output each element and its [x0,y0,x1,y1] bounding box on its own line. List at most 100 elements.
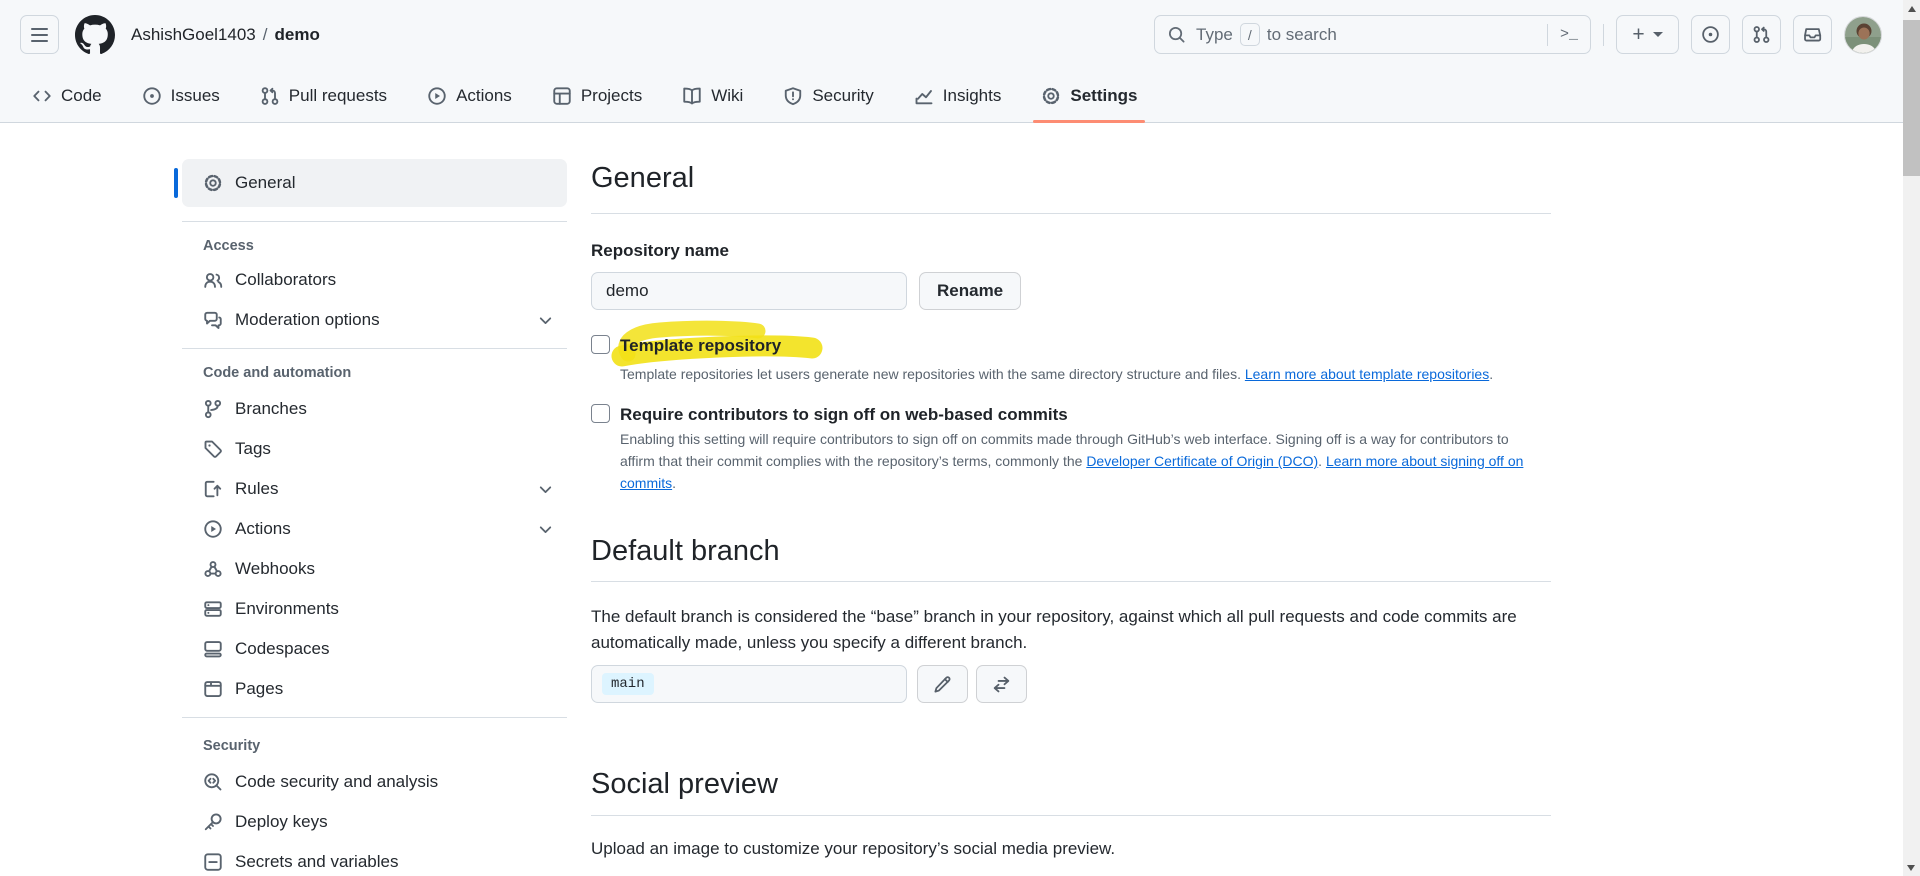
avatar-image [1845,17,1882,54]
sidebar-item-branches[interactable]: Branches [182,389,567,429]
rename-button[interactable]: Rename [919,272,1021,310]
sidebar-item-environments[interactable]: Environments [182,589,567,629]
scrollbar[interactable] [1903,0,1920,876]
command-palette-icon[interactable]: >_ [1547,24,1578,46]
signoff-checkbox[interactable] [591,404,610,423]
tab-security[interactable]: Security [767,69,889,122]
breadcrumb-separator: / [263,25,268,45]
rename-branch-button[interactable] [917,665,968,703]
sidebar-section-access: Access [182,238,567,254]
chevron-down-icon [1653,32,1663,37]
tag-icon [203,439,223,459]
plus-icon: + [1632,23,1644,47]
play-icon [427,86,447,106]
settings-main: General Repository name Rename Template … [591,159,1551,862]
issue-icon [1701,25,1720,44]
graph-icon [914,86,934,106]
create-new-button[interactable]: + [1616,15,1679,54]
slash-key-hint: / [1240,23,1260,46]
server-icon [203,599,223,619]
inbox-button[interactable] [1793,15,1832,54]
arrow-down-icon [1907,865,1915,871]
chevron-down-icon [536,480,555,499]
pull-requests-dashboard-button[interactable] [1742,15,1781,54]
scrollbar-up-button[interactable] [1903,0,1920,17]
tab-pull-requests[interactable]: Pull requests [244,69,403,122]
table-icon [552,86,572,106]
inbox-icon [1803,25,1822,44]
arrow-switch-icon [992,675,1011,694]
section-divider [591,581,1551,582]
tab-actions[interactable]: Actions [411,69,528,122]
hamburger-menu-button[interactable] [20,15,59,54]
hamburger-icon [31,28,48,30]
sidebar-item-webhooks[interactable]: Webhooks [182,549,567,589]
pencil-icon [933,675,952,694]
tab-code[interactable]: Code [16,69,118,122]
code-icon [32,86,52,106]
section-divider [591,815,1551,816]
browser-icon [203,679,223,699]
pull-request-icon [1752,25,1771,44]
comment-discussion-icon [203,310,223,330]
section-divider [591,213,1551,214]
secrets-icon [203,852,223,872]
pull-request-icon [260,86,280,106]
social-preview-title: Social preview [591,765,1551,803]
sidebar-item-rules[interactable]: Rules [182,469,567,509]
breadcrumb-owner-link[interactable]: AshishGoel1403 [131,25,256,45]
signoff-description: Enabling this setting will require contr… [620,428,1525,494]
issues-dashboard-button[interactable] [1691,15,1730,54]
sidebar-item-codespaces[interactable]: Codespaces [182,629,567,669]
breadcrumb-repo-link[interactable]: demo [275,25,320,45]
issue-icon [142,86,162,106]
github-logo[interactable] [75,15,115,55]
sidebar-divider [182,221,567,222]
global-search-input[interactable]: Type / to search >_ [1154,15,1591,54]
tab-wiki[interactable]: Wiki [666,69,759,122]
template-learn-more-link[interactable]: Learn more about template repositories [1245,366,1489,382]
sidebar-item-moderation-options[interactable]: Moderation options [182,300,567,340]
book-icon [682,86,702,106]
sidebar-item-code-security[interactable]: Code security and analysis [182,762,567,802]
sidebar-item-tags[interactable]: Tags [182,429,567,469]
signoff-label[interactable]: Require contributors to sign off on web-… [620,403,1068,426]
branch-name-badge: main [602,673,654,695]
tab-projects[interactable]: Projects [536,69,658,122]
codescan-icon [203,772,223,792]
gear-icon [1041,86,1061,106]
repository-name-input[interactable] [591,272,907,310]
sidebar-divider [182,348,567,349]
sidebar-item-actions[interactable]: Actions [182,509,567,549]
sidebar-item-pages[interactable]: Pages [182,669,567,709]
people-icon [203,270,223,290]
sidebar-item-collaborators[interactable]: Collaborators [182,260,567,300]
default-branch-field[interactable]: main [591,665,907,703]
sidebar-item-deploy-keys[interactable]: Deploy keys [182,802,567,842]
arrow-up-icon [1908,6,1916,12]
settings-layout: General Access Collaborators Moderation … [0,123,1920,876]
template-repository-checkbox[interactable] [591,335,610,354]
codespaces-icon [203,639,223,659]
repository-name-label: Repository name [591,241,1551,261]
sidebar-section-security: Security [182,738,567,754]
switch-branch-button[interactable] [976,665,1027,703]
template-repository-label[interactable]: Template repository [620,334,781,357]
search-icon [1167,25,1186,44]
global-header: AshishGoel1403 / demo Type / to search >… [0,0,1920,69]
tab-insights[interactable]: Insights [898,69,1018,122]
rules-icon [203,479,223,499]
sidebar-item-secrets-variables[interactable]: Secrets and variables [182,842,567,876]
sidebar-item-general[interactable]: General [182,159,567,207]
tab-issues[interactable]: Issues [126,69,236,122]
key-icon [203,812,223,832]
scrollbar-thumb[interactable] [1903,20,1920,176]
chevron-down-icon [536,520,555,539]
tab-settings[interactable]: Settings [1025,69,1153,122]
dco-link[interactable]: Developer Certificate of Origin (DCO) [1086,453,1318,469]
gear-icon [203,173,223,193]
social-preview-description: Upload an image to customize your reposi… [591,836,1551,862]
avatar[interactable] [1844,16,1882,54]
default-branch-title: Default branch [591,532,1551,570]
search-placeholder: Type / to search [1196,23,1337,46]
